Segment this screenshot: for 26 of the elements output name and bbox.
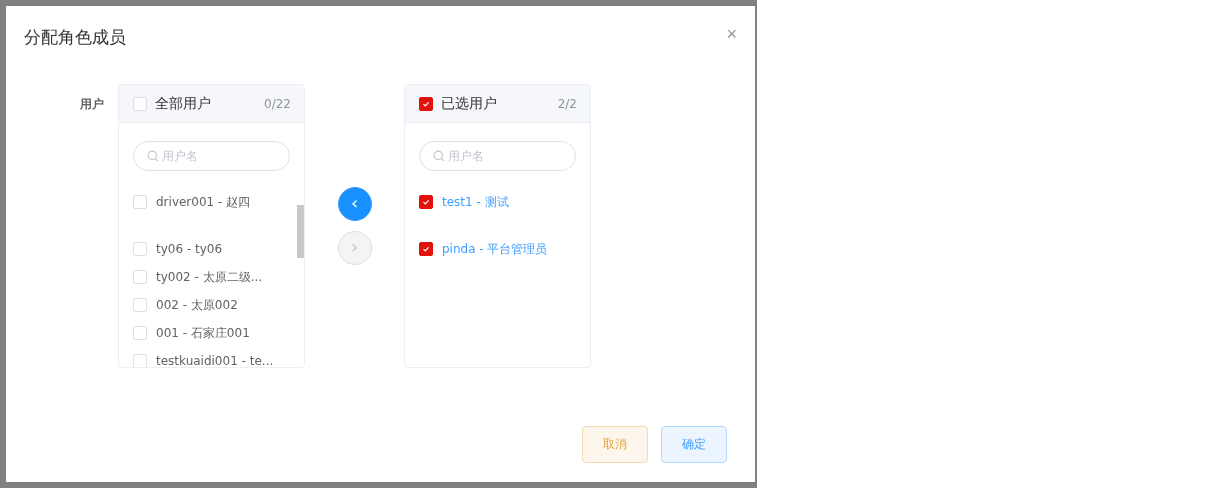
user-item[interactable]: 002 - 太原002 [156, 296, 238, 314]
check-icon [421, 244, 431, 254]
check-icon [421, 197, 431, 207]
selection-count: 2/2 [557, 96, 577, 111]
panel-title: 已选用户 [441, 94, 498, 113]
dialog-title: 分配角色成员 [24, 25, 126, 49]
user-item[interactable]: 001 - 石家庄001 [156, 324, 250, 342]
user-item[interactable]: test1 - 测试 [442, 193, 509, 211]
confirm-button[interactable]: 确定 [661, 426, 727, 463]
user-item[interactable]: pinda - 平台管理员 [442, 240, 548, 258]
close-button[interactable]: × [726, 25, 737, 43]
cancel-button[interactable]: 取消 [582, 426, 648, 463]
user-item[interactable]: ty06 - ty06 [156, 242, 223, 256]
user-item[interactable]: driver001 - 赵四 [156, 193, 251, 211]
search-field[interactable]: 用户名 [133, 141, 290, 171]
selection-count: 0/22 [264, 96, 291, 111]
checkbox[interactable] [419, 96, 433, 111]
checkbox[interactable] [419, 242, 433, 256]
field-label: 用户 [80, 96, 105, 113]
user-item[interactable]: ty002 - 太原二级... [156, 268, 263, 286]
checkbox[interactable] [419, 195, 433, 209]
scrollbar-thumb[interactable] [297, 205, 304, 258]
search-field[interactable]: 用户名 [419, 141, 576, 171]
panel-title: 全部用户 [155, 94, 212, 113]
user-item[interactable]: testkuaidi001 - te... [156, 354, 274, 367]
move-left-button[interactable]: ‹ [337, 187, 372, 221]
